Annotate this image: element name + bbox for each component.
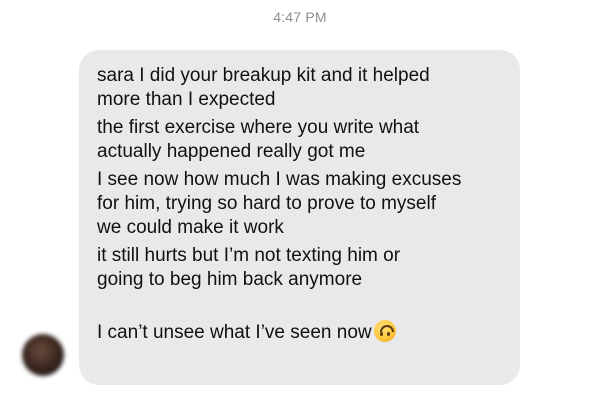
message-line: the first exercise where you write what … [97,117,420,162]
timestamp: 4:47 PM [273,9,327,25]
message-line: sara I did your breakup kit and it helpe… [97,65,430,110]
message-line: I see now how much I was making excuses … [97,169,462,238]
contact-avatar[interactable] [22,334,64,376]
upside-down-face-icon [373,320,396,342]
message-thread: 4:47 PM sara I did your breakup kit and … [0,0,600,400]
message-line: it still hurts but I’m not texting him o… [97,245,401,290]
message-line-text: I can’t unsee what I’ve seen now [97,322,372,343]
message-line-last: I can’t unsee what I’ve seen now [97,320,502,345]
incoming-message-bubble[interactable]: sara I did your breakup kit and it helpe… [79,50,520,385]
